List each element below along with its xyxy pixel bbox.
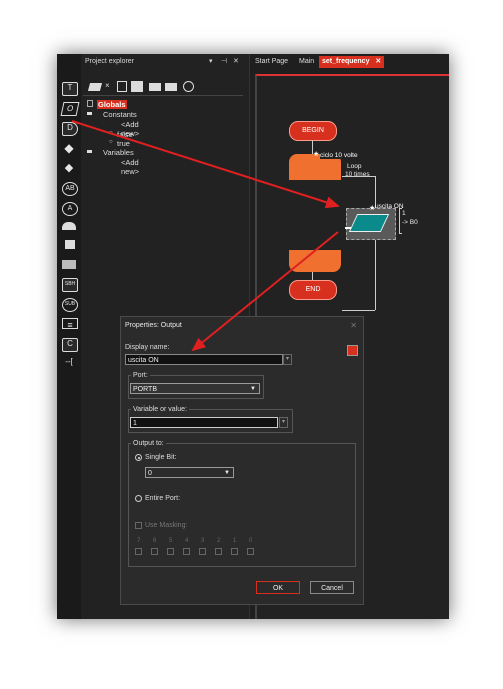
arrow-output-to-node (71, 120, 340, 209)
arrow-node-to-dialog (191, 231, 339, 352)
annotation-arrows (71, 120, 340, 352)
